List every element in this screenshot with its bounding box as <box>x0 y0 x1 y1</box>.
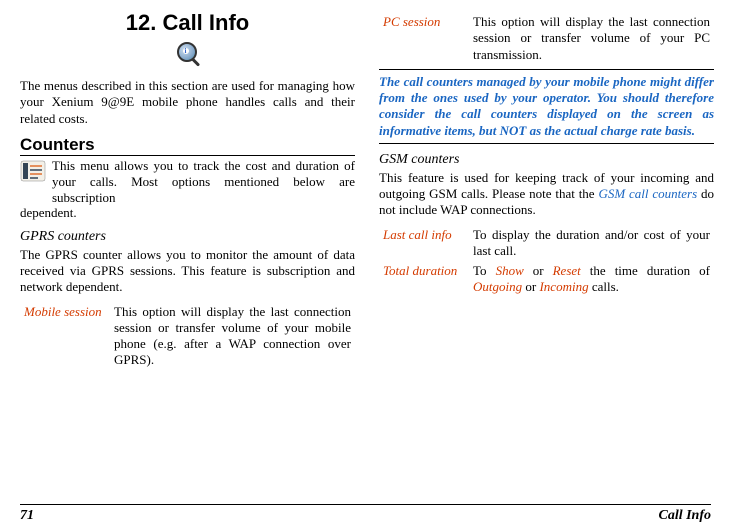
magnifier-info-icon <box>175 40 201 66</box>
counters-heading: Counters <box>20 135 355 156</box>
td-mid2: the time duration of <box>581 263 710 278</box>
counters-thumb-icon <box>20 158 46 182</box>
right-column: PC session This option will display the … <box>379 10 714 373</box>
last-call-text: To display the duration and/or cost of y… <box>473 227 710 260</box>
reset-link: Reset <box>553 263 581 278</box>
outgoing-link: Outgoing <box>473 279 522 294</box>
incoming-link: Incoming <box>539 279 588 294</box>
footer-title: Call Info <box>658 508 711 524</box>
counters-intro-text2: dependent. <box>20 205 355 221</box>
total-duration-label: Total duration <box>383 263 463 296</box>
row-mobile-session: Mobile session This option will display … <box>20 304 355 369</box>
gsm-paragraph: This feature is used for keeping track o… <box>379 170 714 219</box>
left-column: 12. Call Info The menus described in thi… <box>20 10 355 373</box>
chapter-title: 12. Call Info <box>20 10 355 36</box>
gsm-subheading: GSM counters <box>379 152 714 168</box>
td-post: calls. <box>589 279 619 294</box>
page-number: 71 <box>20 508 34 524</box>
mobile-session-label: Mobile session <box>24 304 104 369</box>
pc-session-text: This option will display the last connec… <box>473 14 710 63</box>
gprs-paragraph: The GPRS counter allows you to monitor t… <box>20 247 355 296</box>
gsm-call-counters-link: GSM call counters <box>598 186 697 201</box>
last-call-label: Last call info <box>383 227 463 260</box>
show-link: Show <box>496 263 524 278</box>
row-last-call: Last call info To display the duration a… <box>379 227 714 260</box>
td-mid3: or <box>522 279 539 294</box>
counters-intro-text1: This menu allows you to track the cost a… <box>52 158 355 207</box>
td-pre: To <box>473 263 496 278</box>
gprs-subheading: GPRS counters <box>20 229 355 245</box>
row-total-duration: Total duration To Show or Reset the time… <box>379 263 714 296</box>
counters-intro: This menu allows you to track the cost a… <box>20 158 355 207</box>
total-duration-text: To Show or Reset the time duration of Ou… <box>473 263 710 296</box>
mobile-session-text: This option will display the last connec… <box>114 304 351 369</box>
chapter-icon-container <box>20 40 355 70</box>
row-pc-session: PC session This option will display the … <box>379 14 714 63</box>
intro-paragraph: The menus described in this section are … <box>20 78 355 127</box>
pc-session-label: PC session <box>383 14 463 63</box>
callout-box: The call counters managed by your mobile… <box>379 69 714 144</box>
page-footer: 71 Call Info <box>20 504 711 524</box>
td-mid1: or <box>524 263 553 278</box>
